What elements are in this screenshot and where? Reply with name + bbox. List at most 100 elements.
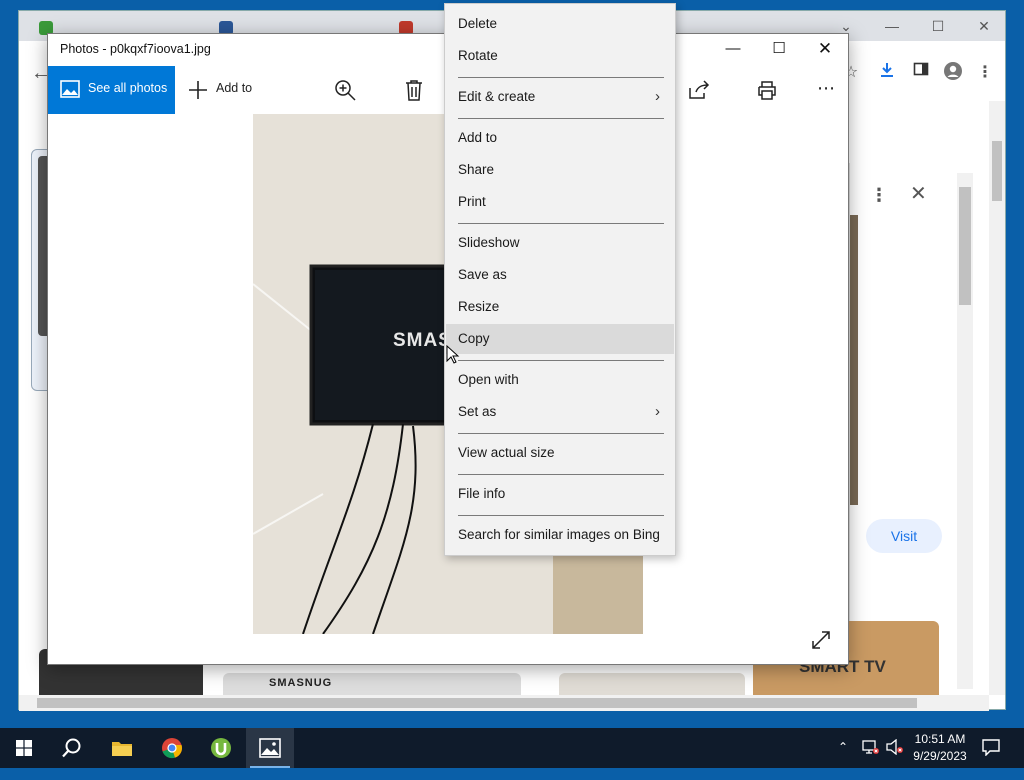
menu-item-slideshow[interactable]: Slideshow (446, 228, 674, 258)
print-button[interactable] (754, 66, 782, 114)
plus-icon (189, 81, 207, 99)
page-scroll-thumb[interactable] (992, 141, 1002, 201)
panel-image (850, 215, 858, 505)
menu-item-search-bing[interactable]: Search for similar images on Bing (446, 520, 674, 550)
add-to-button[interactable]: Add to (186, 66, 260, 114)
menu-item-view-actual-size[interactable]: View actual size (446, 438, 674, 468)
more-options-icon[interactable]: ⋯ (812, 66, 840, 114)
menu-item-resize[interactable]: Resize (446, 292, 674, 322)
photos-icon (259, 738, 281, 758)
context-menu: Delete Rotate Edit & create › Add to Shar… (444, 3, 676, 556)
menu-item-label: Search for similar images on Bing (458, 527, 660, 542)
result-thumb[interactable]: SMASNUG (223, 673, 521, 695)
expand-icon[interactable] (810, 629, 834, 653)
menu-separator (458, 515, 664, 516)
menu-separator (458, 77, 664, 78)
menu-separator (458, 433, 664, 434)
taskbar: ⌃ 10:51 AM 9/29/2023 (0, 728, 1024, 768)
delete-button[interactable] (400, 66, 428, 114)
preview-panel: ⋮ ✕ Visit (849, 163, 970, 683)
menu-item-delete[interactable]: Delete (446, 9, 674, 39)
chrome-button[interactable] (148, 728, 196, 768)
file-explorer-icon (112, 742, 132, 756)
download-icon[interactable] (875, 61, 899, 85)
menu-separator (458, 360, 664, 361)
chrome-icon (162, 738, 182, 759)
menu-item-set-as[interactable]: Set as › (446, 397, 674, 427)
utorrent-icon (211, 738, 231, 758)
thumb-brand-text: SMASNUG (269, 677, 333, 689)
minimize-button[interactable]: — (710, 34, 756, 66)
menu-item-copy[interactable]: Copy (446, 324, 674, 354)
menu-separator (458, 118, 664, 119)
page-hscroll-thumb[interactable] (37, 698, 917, 708)
menu-item-label: Print (458, 194, 486, 209)
side-panel-icon[interactable] (909, 61, 933, 85)
browser-menu-icon[interactable]: ⋮ (973, 61, 997, 85)
menu-item-label: Slideshow (458, 235, 520, 250)
menu-separator (458, 223, 664, 224)
search-button[interactable] (48, 728, 96, 768)
clock-time: 10:51 AM (914, 732, 966, 746)
menu-item-label: Save as (458, 267, 507, 282)
clock[interactable]: 10:51 AM 9/29/2023 (898, 728, 980, 768)
menu-item-label: Set as (458, 404, 497, 419)
menu-item-label: Edit & create (458, 89, 536, 104)
menu-item-label: Open with (458, 372, 519, 387)
add-to-label: Add to (216, 81, 253, 95)
maximize-button[interactable]: ☐ (756, 34, 802, 66)
notifications-icon[interactable] (982, 738, 1000, 778)
zoom-in-icon (335, 80, 356, 101)
start-button[interactable] (0, 728, 48, 768)
panel-close-icon[interactable]: ✕ (910, 181, 927, 206)
see-all-photos-button[interactable]: See all photos (48, 66, 175, 114)
page-horizontal-scrollbar[interactable] (19, 695, 989, 711)
menu-item-print[interactable]: Print (446, 187, 674, 217)
result-thumb[interactable] (559, 673, 745, 695)
menu-item-add-to[interactable]: Add to (446, 123, 674, 153)
menu-item-file-info[interactable]: File info (446, 479, 674, 509)
search-icon (62, 738, 81, 758)
menu-item-rotate[interactable]: Rotate (446, 41, 674, 71)
close-button[interactable]: ✕ (802, 34, 848, 66)
menu-separator (458, 474, 664, 475)
network-icon[interactable] (862, 739, 880, 779)
utorrent-button[interactable] (197, 728, 245, 768)
menu-item-label: Copy (458, 331, 490, 346)
panel-scrollbar[interactable] (957, 173, 973, 689)
trash-icon (406, 80, 422, 101)
window-title: Photos - p0kqxf7ioova1.jpg (60, 42, 211, 56)
chevron-right-icon: › (655, 403, 660, 420)
visit-button[interactable]: Visit (866, 519, 942, 553)
page-vertical-scrollbar[interactable] (989, 101, 1005, 695)
show-hidden-icons-icon[interactable]: ⌃ (838, 740, 848, 780)
photos-app-icon (60, 80, 80, 98)
browser-maximize-button[interactable]: ☐ (923, 15, 953, 37)
menu-item-label: Rotate (458, 48, 498, 63)
mouse-cursor-icon (446, 345, 460, 364)
menu-item-label: Delete (458, 16, 498, 31)
share-button[interactable] (686, 66, 714, 114)
chevron-right-icon: › (655, 88, 660, 105)
profile-avatar-icon[interactable] (941, 61, 965, 85)
clock-date: 9/29/2023 (913, 749, 967, 763)
panel-more-icon[interactable]: ⋮ (870, 185, 888, 206)
menu-item-label: Resize (458, 299, 500, 314)
file-explorer-button[interactable] (98, 728, 146, 768)
menu-item-save-as[interactable]: Save as (446, 260, 674, 290)
windows-logo-icon (16, 740, 32, 756)
menu-item-open-with[interactable]: Open with (446, 365, 674, 395)
printer-icon (758, 81, 776, 100)
menu-item-label: Share (458, 162, 495, 177)
share-icon (689, 80, 710, 99)
menu-item-label: Add to (458, 130, 498, 145)
browser-close-button[interactable]: ✕ (969, 15, 999, 37)
browser-minimize-button[interactable]: — (877, 15, 907, 37)
photos-taskbar-button[interactable] (246, 728, 294, 768)
zoom-button[interactable] (332, 66, 360, 114)
panel-scroll-thumb[interactable] (959, 187, 971, 305)
menu-item-label: View actual size (458, 445, 555, 460)
menu-item-share[interactable]: Share (446, 155, 674, 185)
menu-item-edit-create[interactable]: Edit & create › (446, 82, 674, 112)
menu-item-label: File info (458, 486, 506, 501)
